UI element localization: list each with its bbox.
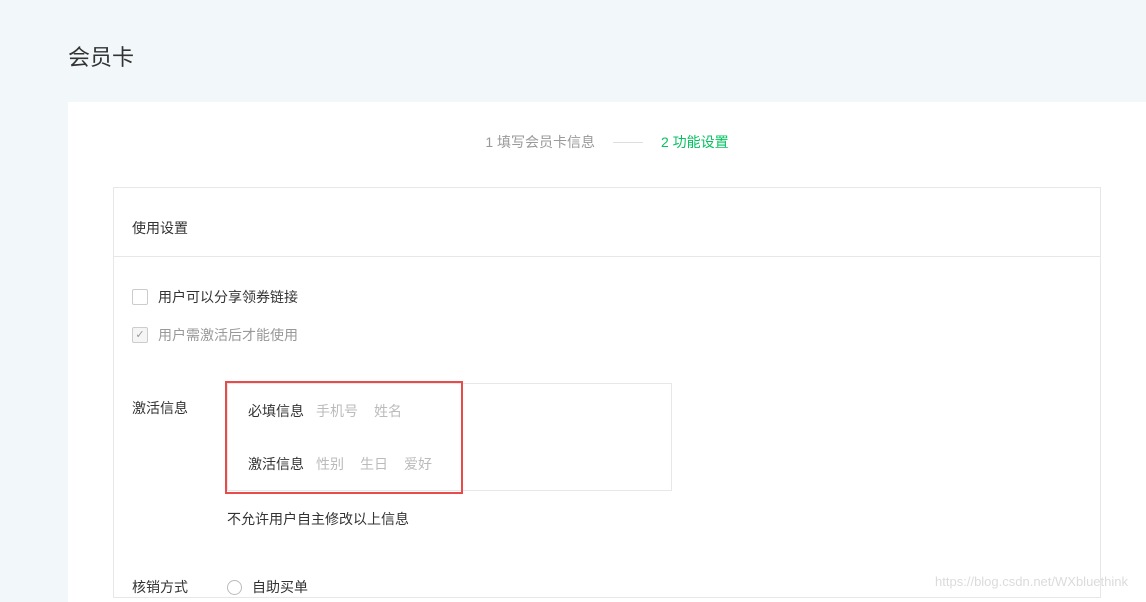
checkbox-share-link-label: 用户可以分享领券链接 — [158, 287, 298, 307]
step-divider — [613, 142, 643, 143]
step-2[interactable]: 2 功能设置 — [661, 132, 729, 152]
content-panel: 使用设置 用户可以分享领券链接 用户需激活后才能使用 激活信息 必填信息 手机号… — [113, 187, 1101, 598]
steps-indicator: 1 填写会员卡信息 2 功能设置 — [68, 102, 1146, 187]
activation-tag-0: 性别 — [316, 454, 344, 474]
activation-detail-row: 激活信息 性别 生日 爱好 — [228, 437, 671, 490]
activation-hint: 不允许用户自主修改以上信息 — [227, 509, 672, 529]
required-info-row: 必填信息 手机号 姓名 — [228, 384, 671, 437]
activation-info-body: 必填信息 手机号 姓名 激活信息 性别 生日 爱好 不允许用户自主修改以上信息 — [227, 383, 672, 529]
main-card: 1 填写会员卡信息 2 功能设置 使用设置 用户可以分享领券链接 用户需激活后才… — [68, 102, 1146, 602]
watermark: https://blog.csdn.net/WXbluethink — [935, 574, 1128, 589]
activation-info-table: 必填信息 手机号 姓名 激活信息 性别 生日 爱好 — [227, 383, 672, 491]
required-info-label: 必填信息 — [248, 401, 304, 421]
checkbox-row-activation: 用户需激活后才能使用 — [114, 325, 1100, 345]
activation-info-row: 激活信息 必填信息 手机号 姓名 激活信息 性别 生日 爱好 — [114, 383, 1100, 529]
radio-self-checkout[interactable] — [227, 580, 242, 595]
required-tag-1: 姓名 — [374, 401, 402, 421]
checkbox-require-activation-label: 用户需激活后才能使用 — [158, 325, 298, 345]
activation-detail-label: 激活信息 — [248, 454, 304, 474]
page-title: 会员卡 — [0, 0, 1146, 102]
required-tag-0: 手机号 — [316, 401, 358, 421]
verification-label: 核销方式 — [132, 577, 227, 597]
step-1[interactable]: 1 填写会员卡信息 — [485, 132, 595, 152]
checkbox-share-link[interactable] — [132, 289, 148, 305]
activation-tag-2: 爱好 — [404, 454, 432, 474]
activation-info-label: 激活信息 — [132, 383, 227, 418]
checkbox-require-activation[interactable] — [132, 327, 148, 343]
checkbox-row-share: 用户可以分享领券链接 — [114, 287, 1100, 307]
radio-self-checkout-label: 自助买单 — [252, 577, 308, 597]
section-title-usage: 使用设置 — [114, 218, 1100, 257]
activation-tag-1: 生日 — [360, 454, 388, 474]
